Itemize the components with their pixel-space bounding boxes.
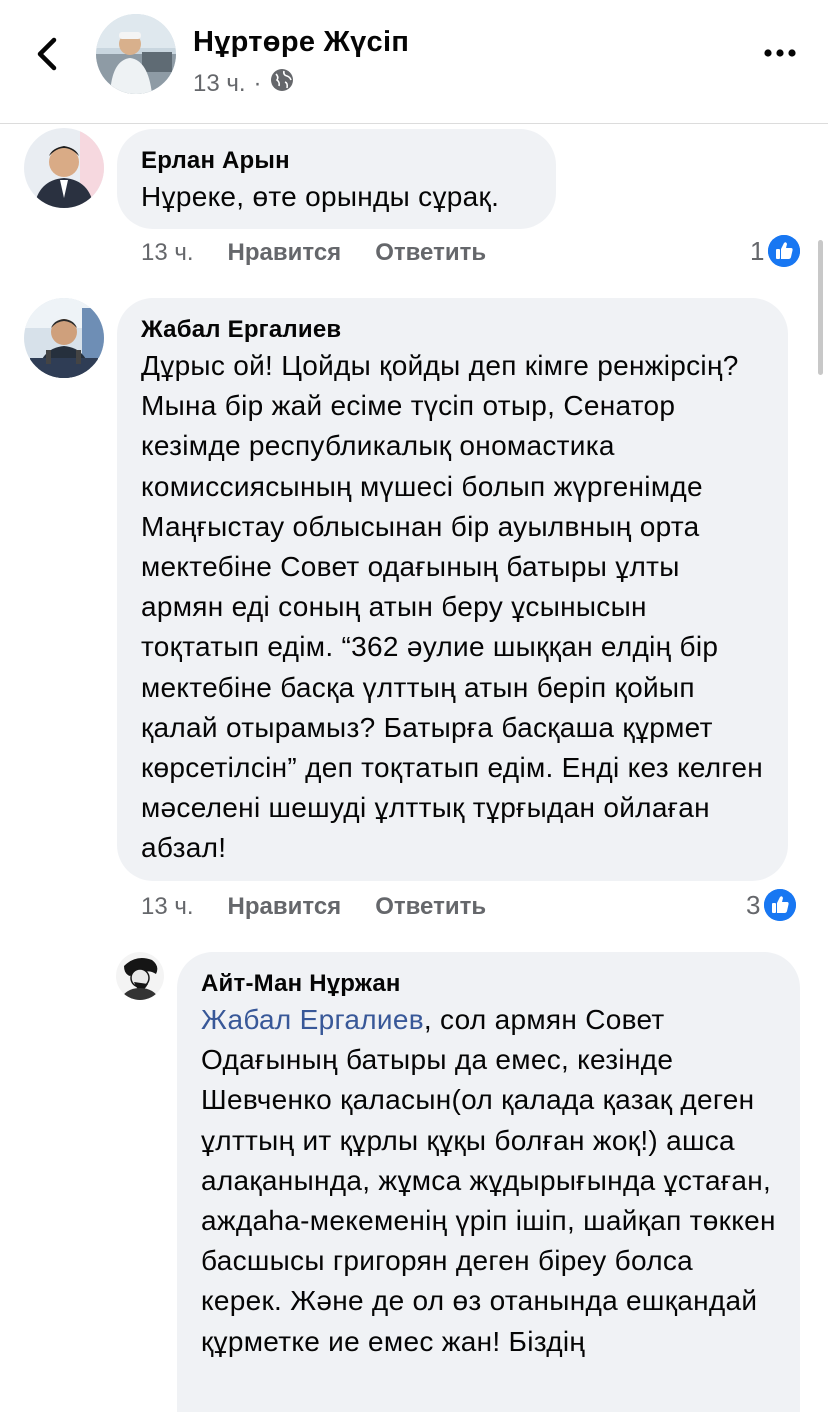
reply-author-avatar[interactable] (116, 952, 164, 1000)
comment-bubble[interactable]: Жабал Ергалиев Дұрыс ой! Цойды қойды деп… (117, 298, 788, 881)
post-author-name[interactable]: Нұртөре Жүсіп (193, 26, 409, 59)
like-count: 3 (746, 889, 761, 920)
reply-button[interactable]: Ответить (375, 893, 486, 921)
commenter-avatar[interactable] (24, 298, 104, 378)
reaction-count[interactable]: 3 (746, 889, 797, 921)
like-button[interactable]: Нравится (228, 239, 342, 267)
comment-bubble[interactable]: Ерлан Арын Нұреке, өте орынды сұрақ. (117, 129, 556, 229)
comment-actions: 13 ч. Нравится Ответить (141, 239, 520, 267)
like-button[interactable]: Нравится (228, 893, 342, 921)
scrollbar[interactable] (818, 240, 823, 375)
more-dots-icon[interactable] (762, 44, 798, 62)
post-time[interactable]: 13 ч. (193, 70, 246, 98)
reaction-count[interactable]: 1 (750, 235, 801, 267)
comment-time[interactable]: 13 ч. (141, 893, 194, 921)
post-comments-screen: Нұртөре Жүсіп 13 ч. · Ерлан Арын Нұреке,… (0, 0, 828, 1412)
comment-author[interactable]: Ерлан Арын (141, 147, 532, 175)
thumbs-up-icon (768, 235, 801, 267)
meta-separator: · (253, 69, 262, 97)
post-meta: 13 ч. · (193, 68, 294, 99)
reply-button[interactable]: Ответить (375, 239, 486, 267)
globe-icon (270, 68, 294, 99)
comment-text: Жабал Ергалиев, сол армян Совет Одағының… (201, 1000, 776, 1362)
comment-author[interactable]: Айт-Ман Нұржан (201, 970, 776, 998)
author-avatar[interactable] (96, 14, 176, 94)
comment-time[interactable]: 13 ч. (141, 239, 194, 267)
comment-text: Дұрыс ой! Цойды қойды деп кімге ренжірсі… (141, 350, 763, 864)
like-count: 1 (750, 235, 765, 266)
post-header: Нұртөре Жүсіп 13 ч. · (0, 0, 828, 124)
comment-text: Нұреке, өте орынды сұрақ. (141, 181, 500, 212)
comment-actions: 13 ч. Нравится Ответить (141, 893, 520, 921)
commenter-avatar[interactable] (24, 128, 104, 208)
reply-bubble[interactable]: Айт-Ман Нұржан Жабал Ергалиев, сол армян… (177, 952, 800, 1412)
mention-link[interactable]: Жабал Ергалиев (201, 1004, 424, 1035)
comment-author[interactable]: Жабал Ергалиев (141, 316, 764, 344)
thumbs-up-icon (764, 889, 797, 921)
reply-text: , сол армян Совет Одағының батыры да еме… (201, 1004, 776, 1357)
back-chevron-icon[interactable] (30, 34, 66, 74)
